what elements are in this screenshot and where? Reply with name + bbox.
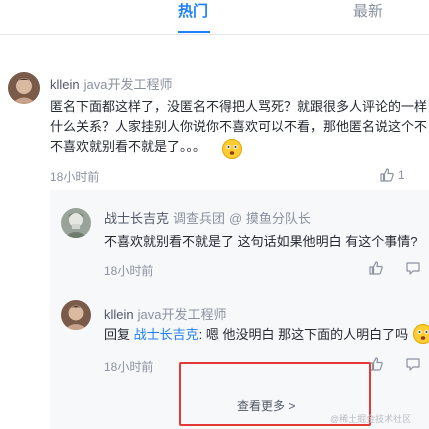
comment-line-text: 不喜欢就别看不就是了。。。 — [50, 139, 207, 154]
mention-link[interactable]: 战士长吉克 — [134, 327, 199, 342]
reply-body: : 嗯 他没明白 那这下面的人明白了吗 — [198, 327, 409, 342]
reply-author: 战士长吉克 调查兵团 @ 摸鱼分队长 — [104, 208, 311, 227]
view-more-button[interactable]: 查看更多 > — [237, 397, 295, 414]
shocked-emoji-icon — [413, 324, 429, 344]
thumbs-up-icon[interactable] — [368, 356, 384, 372]
comment-line: 匿名下面都这样了，没匿名不得把人骂死？就跟很多人评论的一样， — [50, 99, 429, 114]
avatar[interactable] — [61, 208, 91, 238]
author-job: 调查兵团 — [173, 211, 226, 226]
avatar[interactable] — [61, 300, 91, 330]
thumbs-up-icon[interactable] — [379, 167, 395, 183]
comment-line: 什么关系？人家挂别人你说你不喜欢可以不看，那他匿名说这个不 — [50, 119, 428, 134]
author-name[interactable]: 战士长吉克 — [104, 211, 169, 226]
tab-hot[interactable]: 热门 — [178, 3, 208, 21]
reply-author: kllein java开发工程师 — [104, 304, 226, 323]
author-job: java开发工程师 — [83, 77, 173, 92]
like-count: 1 — [398, 168, 405, 182]
comment-time: 18小时前 — [50, 170, 100, 184]
reply-text: 不喜欢就别看不就是了 这句话如果他明白 有这个事情? — [104, 234, 418, 249]
author-name[interactable]: kllein — [104, 307, 134, 322]
shocked-emoji-icon — [222, 139, 242, 159]
reply-time: 18小时前 — [104, 360, 154, 374]
author-job: java开发工程师 — [137, 307, 227, 322]
watermark: @稀土掘金技术社区 — [330, 414, 412, 424]
author-circle[interactable]: @ 摸鱼分队长 — [229, 211, 311, 226]
reply-prefix: 回复 — [104, 327, 134, 342]
comment-icon[interactable] — [405, 260, 421, 276]
reply-time: 18小时前 — [104, 264, 154, 278]
tab-bar: 热门 最新 — [0, 0, 429, 35]
comment-author: kllein java开发工程师 — [50, 74, 172, 93]
reply-text: 回复 战士长吉克: 嗯 他没明白 那这下面的人明白了吗 — [104, 325, 408, 345]
tab-latest[interactable]: 最新 — [353, 3, 383, 21]
tab-active-indicator — [178, 31, 210, 33]
comment-icon[interactable] — [405, 356, 421, 372]
thumbs-up-icon[interactable] — [368, 260, 384, 276]
author-name[interactable]: kllein — [50, 77, 80, 92]
avatar[interactable] — [8, 72, 40, 104]
